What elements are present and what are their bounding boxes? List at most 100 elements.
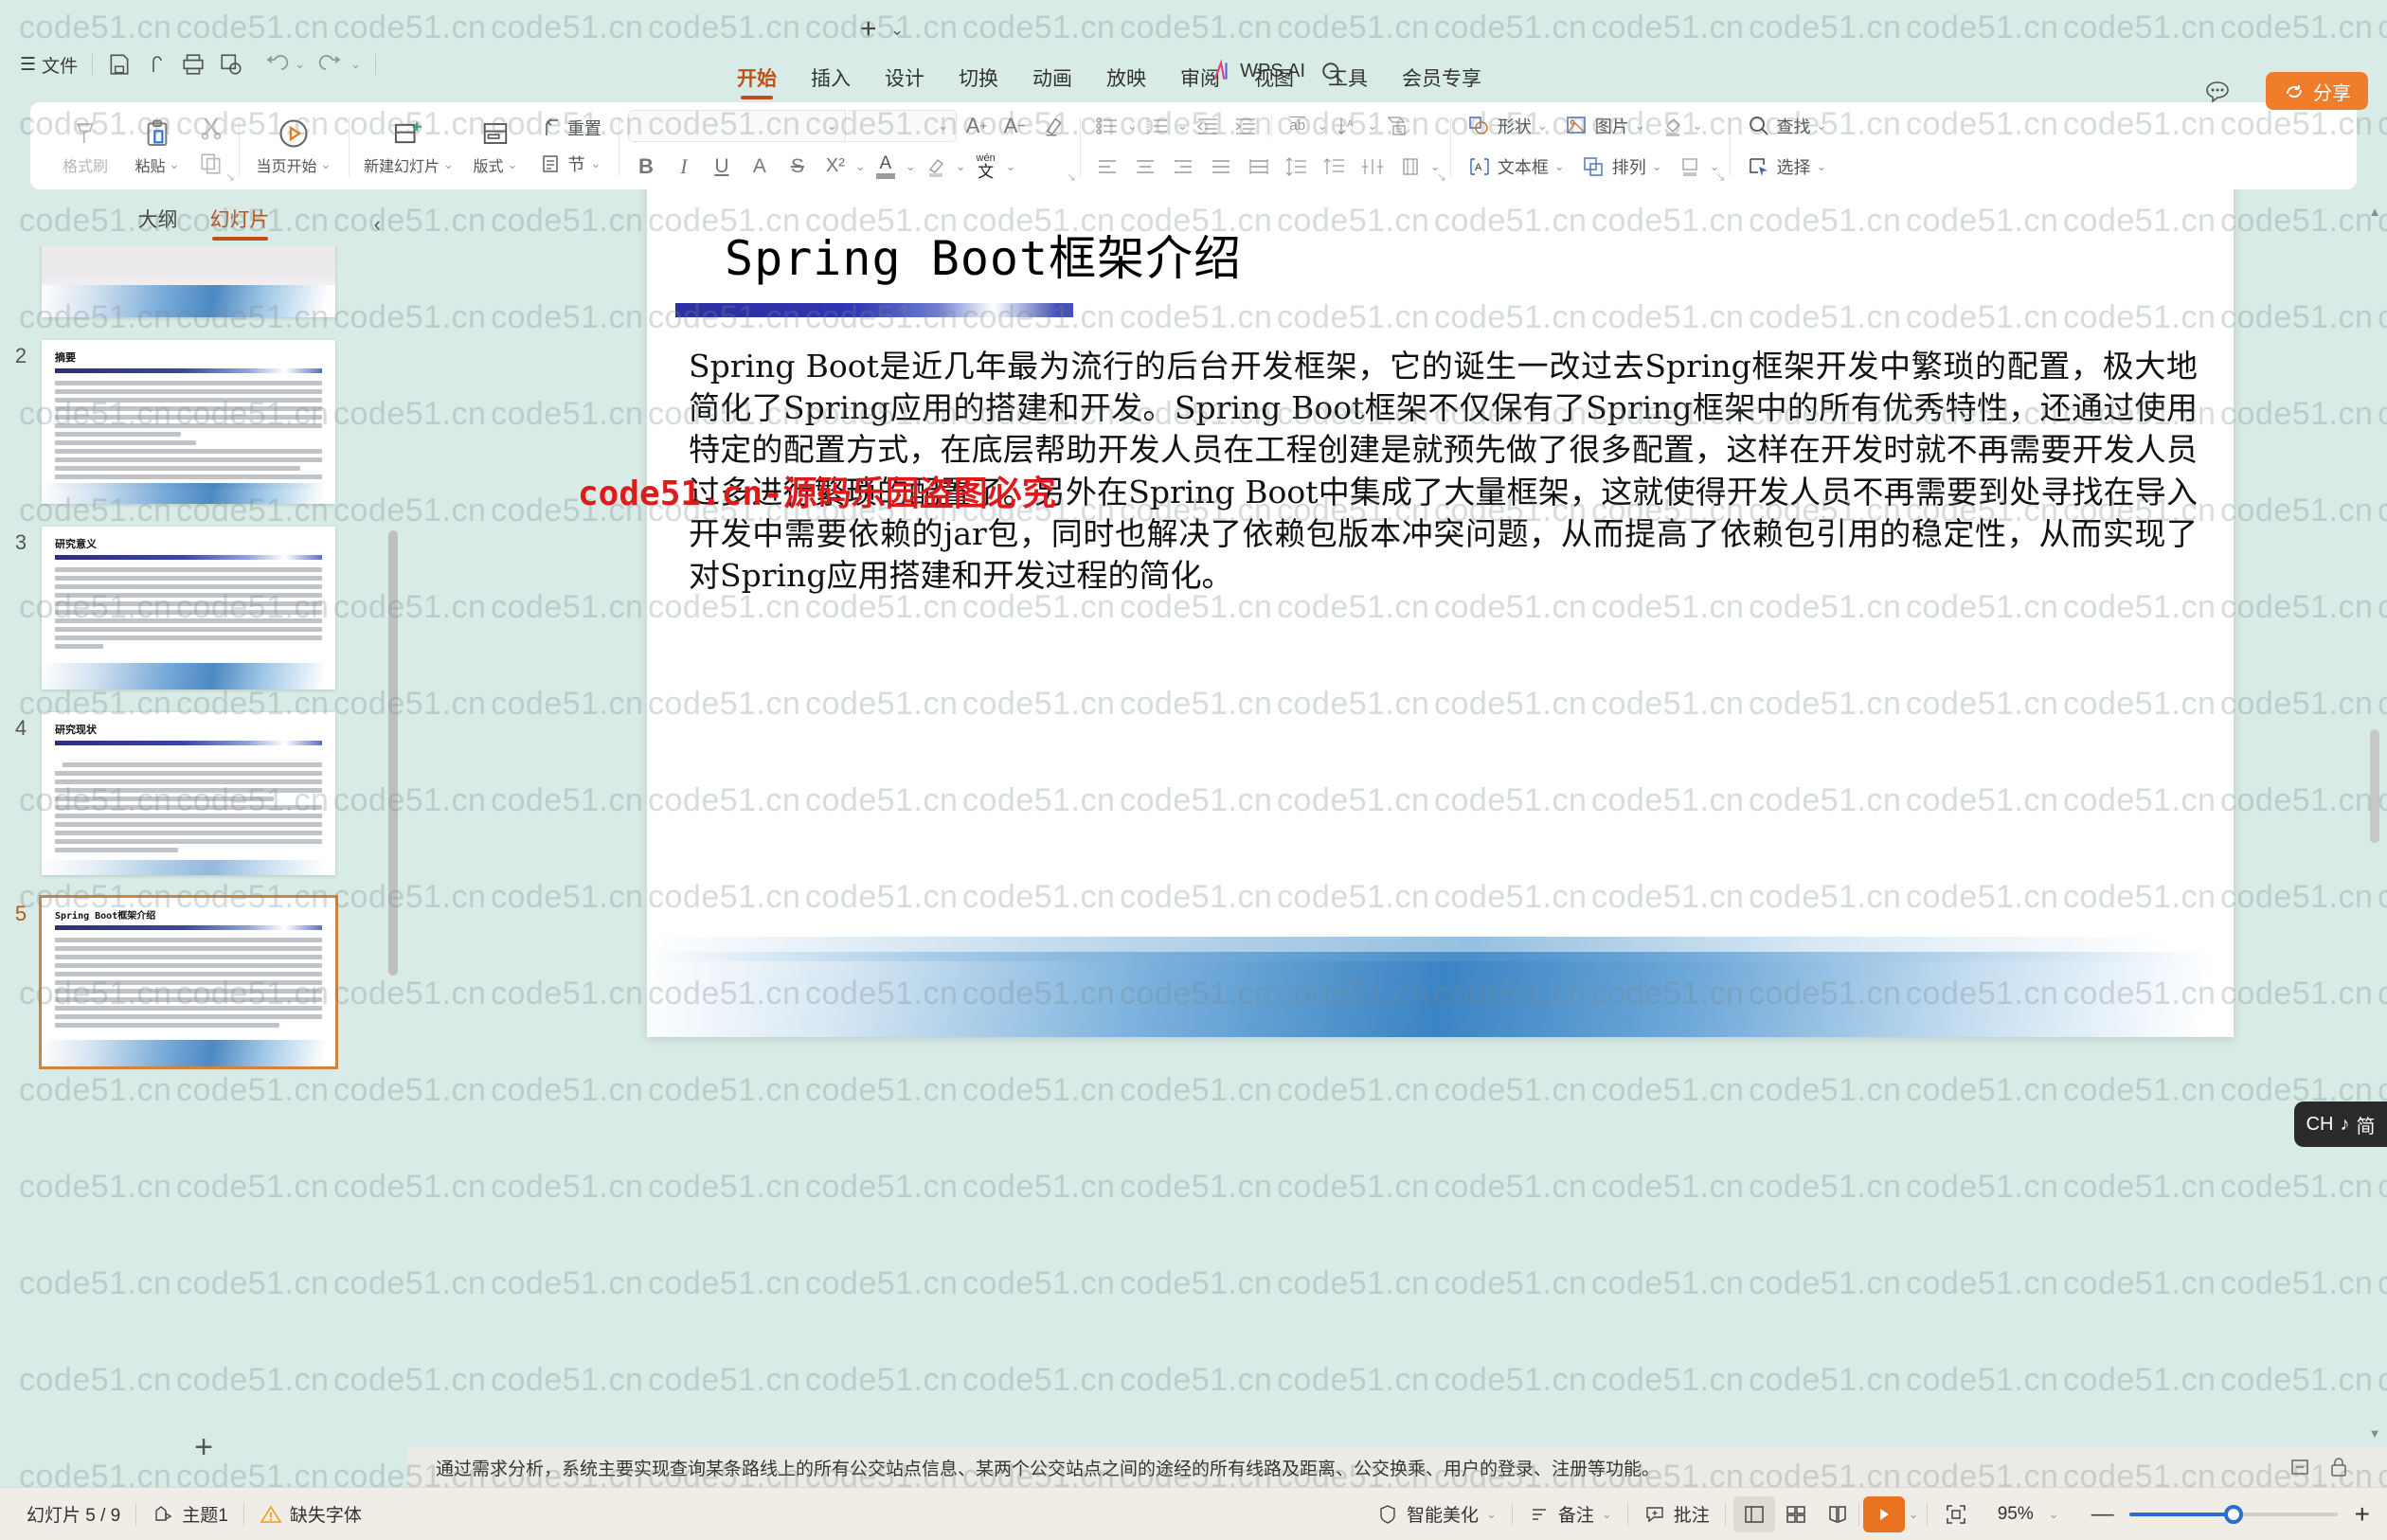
find-button[interactable]: 查找 ⌄	[1739, 109, 1835, 143]
reading-view-icon[interactable]	[1817, 1496, 1858, 1532]
thumbnail-item[interactable]: 4 研究现状	[0, 712, 407, 875]
line-spacing-icon[interactable]	[1279, 150, 1315, 184]
arrange-dropdown-icon[interactable]: ⌄	[1652, 159, 1662, 174]
start-from-current-button[interactable]: 当页开始 ⌄	[248, 106, 339, 186]
fit-window-icon[interactable]	[1935, 1496, 1977, 1532]
increase-indent-icon[interactable]	[1228, 109, 1264, 143]
distribute-icon[interactable]	[1241, 150, 1277, 184]
thumbnail-item[interactable]: 3 研究意义	[0, 527, 407, 689]
format-painter-button[interactable]: 格式刷	[49, 106, 121, 186]
justify-icon[interactable]	[1203, 150, 1239, 184]
scroll-up-icon[interactable]: ▲	[2368, 201, 2381, 222]
thumbnail-card[interactable]: 研究意义	[42, 527, 335, 689]
slide-title[interactable]: Spring Boot框架介绍	[725, 221, 1242, 289]
section-button[interactable]: 节 ⌄	[531, 147, 609, 181]
tab-animation[interactable]: 动画	[1015, 59, 1089, 97]
present-dropdown-icon[interactable]: ⌄	[321, 157, 332, 172]
align-left-icon[interactable]	[1089, 150, 1125, 184]
speaker-notes-bar[interactable]: 通过需求分析，系统主要实现查询某条路线上的所有公交站点信息、某两个公交站点之间的…	[407, 1447, 2387, 1487]
text-direction-icon[interactable]: ab	[1280, 109, 1316, 143]
font-name-combobox[interactable]: ⌄	[627, 109, 846, 142]
slide-sorter-icon[interactable]	[1775, 1496, 1817, 1532]
thumbnail-card[interactable]	[42, 246, 335, 317]
pictures-button[interactable]: 图片 ⌄	[1557, 109, 1653, 143]
select-button[interactable]: 选择 ⌄	[1739, 150, 1835, 184]
textbox-dropdown-icon[interactable]: ⌄	[1554, 159, 1565, 174]
play-dropdown-icon[interactable]: ⌄	[1909, 1507, 1919, 1522]
zoom-knob[interactable]	[2223, 1504, 2243, 1524]
undo-button[interactable]: ⌄	[256, 49, 312, 80]
find-dropdown-icon[interactable]: ⌄	[1817, 118, 1827, 134]
thumbnail-item[interactable]: 2 摘要	[0, 340, 407, 504]
layout-button[interactable]: 版式 ⌄	[459, 106, 531, 186]
notes-button[interactable]: 备注 ⌄	[1513, 1496, 1627, 1532]
thumbnail-card[interactable]: Spring Boot框架介绍	[39, 895, 338, 1069]
tab-transition[interactable]: 切换	[942, 59, 1015, 97]
font-size-dropdown-icon[interactable]: ⌄	[938, 118, 948, 134]
collapse-panel-icon[interactable]: ‹	[374, 212, 381, 237]
font-size-combobox[interactable]: ⌄	[847, 109, 957, 142]
paragraph-dialog-launcher[interactable]: ↘	[1437, 170, 1446, 184]
superscript-icon[interactable]: X²	[817, 150, 853, 184]
copy-icon[interactable]	[193, 147, 229, 181]
play-slideshow-button[interactable]	[1862, 1495, 1905, 1532]
font-name-dropdown-icon[interactable]: ⌄	[827, 118, 837, 134]
numbered-dropdown-icon[interactable]: ⌄	[1177, 118, 1188, 134]
shapes-dropdown-icon[interactable]: ⌄	[1537, 118, 1548, 134]
pictures-dropdown-icon[interactable]: ⌄	[1635, 118, 1645, 134]
clipboard-dialog-launcher[interactable]: ↘	[225, 170, 235, 184]
notes-dropdown-icon[interactable]: ⌄	[1602, 1507, 1612, 1522]
bullet-list-icon[interactable]	[1089, 109, 1125, 143]
thumbnail-list[interactable]: 1 2 摘要	[0, 246, 407, 1421]
decrease-indent-icon[interactable]	[1190, 109, 1226, 143]
columns-icon[interactable]	[1355, 150, 1391, 184]
reset-button[interactable]: 重置	[531, 111, 609, 145]
save-button[interactable]	[100, 49, 138, 80]
pinyin-guide-icon[interactable]: wén 文	[968, 150, 1004, 184]
arrange-button[interactable]: 排列 ⌄	[1574, 150, 1670, 184]
underline-icon[interactable]: U	[704, 150, 740, 184]
lock-icon[interactable]	[2328, 1456, 2349, 1478]
scroll-down-icon[interactable]: ▼	[2368, 1423, 2381, 1443]
bold-icon[interactable]: B	[628, 150, 664, 184]
zoom-dropdown-icon[interactable]: ⌄	[2049, 1507, 2059, 1522]
highlight-icon[interactable]	[918, 150, 954, 184]
new-slide-dropdown-icon[interactable]: ⌄	[443, 157, 454, 172]
paste-button[interactable]: 粘贴 ⌄	[121, 106, 193, 186]
undo-dropdown-icon[interactable]: ⌄	[295, 57, 305, 72]
shape-fill-icon[interactable]	[1655, 109, 1691, 143]
print-button[interactable]	[174, 49, 212, 80]
search-icon[interactable]	[1320, 61, 1345, 85]
text-shadow-icon[interactable]: A	[742, 150, 778, 184]
scroll-thumb[interactable]	[2370, 729, 2379, 843]
numbered-list-icon[interactable]: 123	[1140, 109, 1176, 143]
cut-icon[interactable]	[193, 111, 229, 145]
beautify-dropdown-icon[interactable]: ⌄	[1486, 1507, 1497, 1522]
textbox-button[interactable]: A 文本框 ⌄	[1460, 150, 1572, 184]
shapes-button[interactable]: 形状 ⌄	[1460, 109, 1555, 143]
zoom-slider[interactable]: — +	[2076, 1499, 2387, 1530]
cloud-save-button[interactable]	[138, 49, 174, 80]
align-text-icon[interactable]: A	[1330, 109, 1366, 143]
layout-dropdown-icon[interactable]: ⌄	[507, 157, 517, 172]
thumbnail-item-selected[interactable]: 5 Spring Boot框架介绍	[0, 895, 407, 1069]
redo-button[interactable]: ⌄	[312, 49, 368, 80]
decrease-font-size-icon[interactable]: A −	[996, 109, 1032, 143]
paste-dropdown-icon[interactable]: ⌄	[170, 157, 180, 172]
share-button[interactable]: 分享	[2266, 72, 2368, 110]
increase-font-size-icon[interactable]: A +	[959, 109, 995, 143]
smart-beautify-button[interactable]: 智能美化 ⌄	[1361, 1496, 1512, 1532]
theme-button[interactable]: 主题1	[136, 1496, 243, 1532]
slide-vertical-scrollbar[interactable]: ▲ ▼ ⌄ ⌃	[2368, 199, 2381, 1487]
tab-list-dropdown-icon[interactable]: ⌄	[890, 21, 904, 40]
slide-counter[interactable]: 幻灯片 5 / 9	[11, 1496, 135, 1532]
align-text-dropdown-icon[interactable]: ⌄	[1368, 118, 1378, 134]
add-slide-button[interactable]: +	[0, 1429, 407, 1466]
zoom-in-button[interactable]: +	[2338, 1499, 2387, 1530]
zoom-track[interactable]	[2128, 1504, 2338, 1524]
smartart-icon[interactable]	[1380, 109, 1416, 143]
tab-slides[interactable]: 幻灯片	[210, 205, 270, 241]
superscript-dropdown-icon[interactable]: ⌄	[855, 159, 866, 174]
thumbnail-card[interactable]: 研究现状	[42, 712, 335, 875]
fit-icon[interactable]	[2288, 1456, 2311, 1478]
